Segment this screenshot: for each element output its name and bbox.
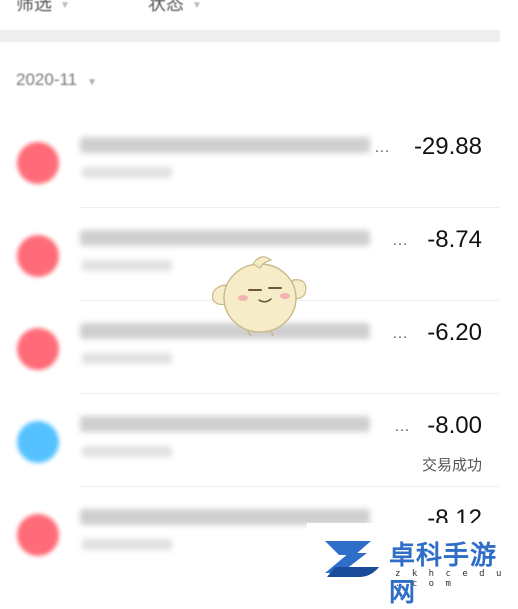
status-label: 状态 — [148, 0, 184, 14]
transaction-title-blurred — [80, 416, 370, 432]
ellipsis: … — [394, 418, 410, 435]
ellipsis: … — [374, 139, 390, 156]
merchant-avatar — [17, 142, 59, 184]
transaction-title-blurred — [80, 137, 370, 153]
transaction-amount: -8.74 — [427, 226, 482, 253]
month-label: 2020-11 — [16, 70, 78, 89]
status-dropdown[interactable]: 状态 ▼ — [148, 0, 202, 16]
transaction-status: 交易成功 — [421, 457, 482, 474]
chick-mascot-icon — [211, 256, 307, 337]
merchant-avatar — [17, 235, 59, 277]
filter-label: 筛选 — [16, 0, 52, 14]
transaction-amount: -29.88 — [413, 133, 482, 160]
section-divider — [0, 30, 500, 42]
transaction-time-blurred — [82, 353, 172, 364]
ellipsis: … — [392, 232, 408, 249]
transaction-time-blurred — [82, 167, 172, 178]
merchant-avatar — [17, 421, 59, 463]
month-selector[interactable]: 2020-11 ▼ — [16, 70, 97, 90]
ellipsis: … — [392, 325, 408, 342]
transaction-time-blurred — [82, 446, 172, 457]
z-logo-icon — [325, 541, 379, 577]
transaction-row[interactable]: … -8.00 交易成功 — [0, 394, 500, 487]
transaction-time-blurred — [82, 260, 172, 271]
watermark: 卓科手游网 z k h c e d u . c o m — [307, 523, 518, 608]
transaction-row[interactable]: … -29.88 — [0, 115, 500, 208]
merchant-avatar — [17, 514, 59, 556]
filter-dropdown[interactable]: 筛选 ▼ — [16, 0, 70, 16]
chevron-down-icon: ▼ — [87, 77, 98, 88]
transaction-amount: -8.00 — [427, 412, 482, 439]
transaction-amount: -6.20 — [427, 319, 482, 346]
transaction-time-blurred — [82, 539, 172, 550]
transaction-title-blurred — [80, 230, 370, 246]
chevron-down-icon: ▼ — [192, 0, 202, 11]
filter-bar: 筛选 ▼ 状态 ▼ — [0, 0, 500, 30]
watermark-url: z k h c e d u . c o m — [395, 569, 505, 589]
merchant-avatar — [17, 328, 59, 370]
chevron-down-icon: ▼ — [60, 0, 70, 11]
